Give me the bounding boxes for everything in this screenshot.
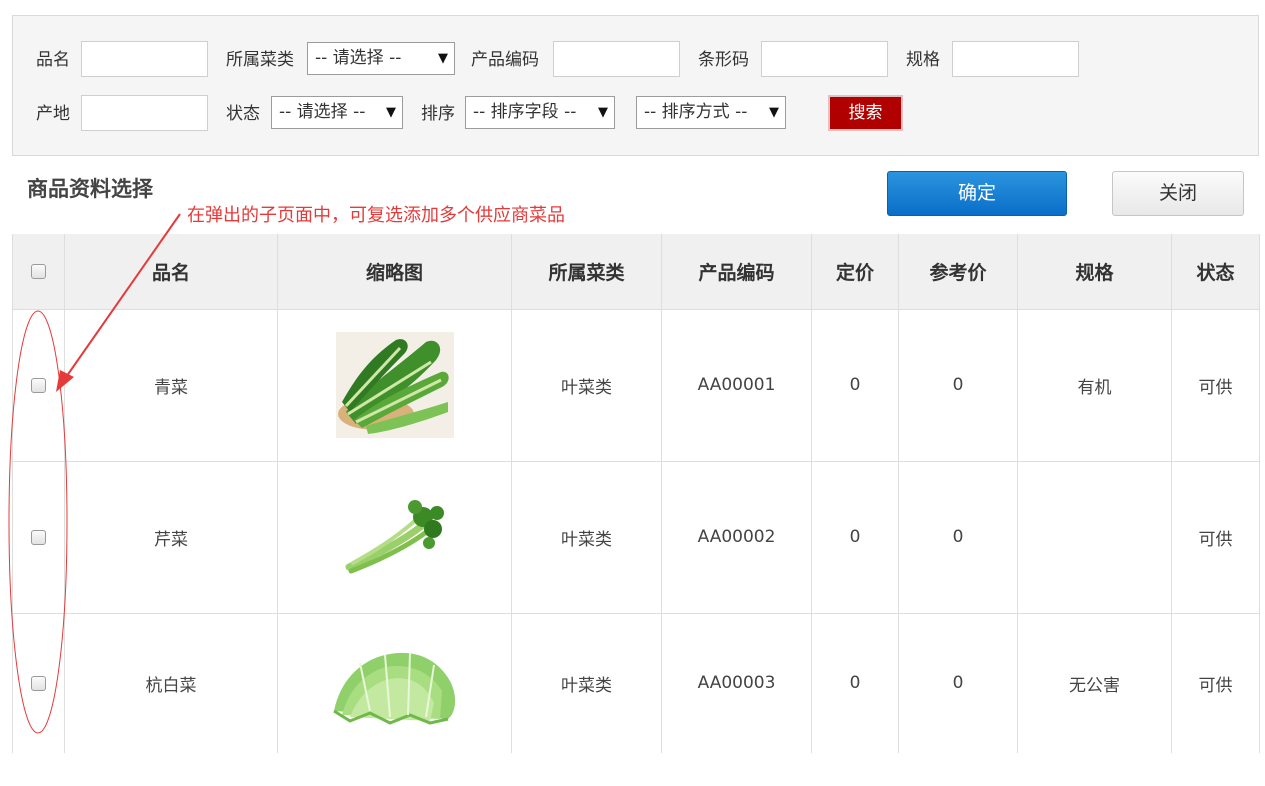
dropdown-arrow-icon: ▼ (598, 105, 608, 120)
column-header[interactable]: 产品编码 (661, 234, 812, 309)
row-checkbox[interactable] (31, 675, 46, 691)
sort-label: 排序 (421, 104, 455, 124)
table-header: 品名 缩略图 所属菜类 产品编码 定价 参考价 规格 状态 (12, 234, 1260, 309)
status-select[interactable]: -- 请选择 -- ▼ (271, 96, 403, 129)
spec-label: 规格 (906, 50, 940, 70)
spec-input[interactable] (952, 41, 1079, 77)
cell-status: 可供 (1171, 460, 1260, 614)
product-table: 品名 缩略图 所属菜类 产品编码 定价 参考价 规格 状态 青菜 叶菜类 AA0… (12, 234, 1260, 753)
dropdown-arrow-icon: ▼ (769, 105, 779, 120)
cell-spec (1017, 460, 1172, 614)
cell-ref-price: 0 (898, 308, 1018, 462)
cell-code: AA00002 (661, 460, 812, 614)
dropdown-arrow-icon: ▼ (386, 105, 396, 120)
column-header[interactable]: 参考价 (898, 234, 1018, 309)
row-select-cell (12, 460, 65, 614)
cell-status: 可供 (1171, 612, 1260, 753)
status-select-value: -- 请选择 -- (279, 102, 366, 122)
column-header[interactable]: 状态 (1171, 234, 1260, 309)
table-row[interactable]: 芹菜 叶菜类 AA00002 0 0 可供 (12, 460, 1260, 614)
cell-name: 青菜 (64, 308, 278, 462)
cell-price: 0 (811, 612, 899, 753)
cell-thumbnail (277, 308, 512, 462)
barcode-label: 条形码 (698, 50, 749, 70)
cabbage-image (332, 653, 455, 725)
annotation-text: 在弹出的子页面中，可复选添加多个供应商菜品 (187, 205, 565, 226)
category-select-value: -- 请选择 -- (315, 48, 402, 68)
column-header[interactable]: 规格 (1017, 234, 1172, 309)
bok-choy-image (335, 332, 454, 438)
dropdown-arrow-icon: ▼ (438, 51, 448, 66)
name-label: 品名 (36, 50, 70, 70)
cell-category: 叶菜类 (511, 612, 662, 753)
cell-thumbnail (277, 612, 512, 753)
close-button[interactable]: 关闭 (1112, 171, 1244, 216)
page-title: 商品资料选择 (27, 177, 153, 201)
code-input[interactable] (553, 41, 680, 77)
origin-label: 产地 (36, 104, 70, 124)
cell-code: AA00003 (661, 612, 812, 753)
cell-ref-price: 0 (898, 612, 1018, 753)
search-panel: 品名 所属菜类 -- 请选择 -- ▼ 产品编码 条形码 规格 产地 状态 --… (12, 15, 1259, 156)
status-label: 状态 (226, 104, 260, 124)
cell-spec: 有机 (1017, 308, 1172, 462)
category-label: 所属菜类 (226, 50, 294, 70)
sort-order-select[interactable]: -- 排序方式 -- ▼ (636, 96, 786, 129)
category-select[interactable]: -- 请选择 -- ▼ (307, 42, 455, 75)
origin-input[interactable] (81, 95, 208, 131)
cell-ref-price: 0 (898, 460, 1018, 614)
sort-field-select[interactable]: -- 排序字段 -- ▼ (465, 96, 615, 129)
cell-spec: 无公害 (1017, 612, 1172, 753)
barcode-input[interactable] (761, 41, 888, 77)
row-select-cell (12, 612, 65, 753)
cell-price: 0 (811, 460, 899, 614)
row-select-cell (12, 308, 65, 462)
column-header[interactable]: 定价 (811, 234, 899, 309)
cell-price: 0 (811, 308, 899, 462)
row-checkbox[interactable] (31, 529, 46, 545)
column-header[interactable]: 品名 (64, 234, 278, 309)
sort-order-value: -- 排序方式 -- (644, 102, 748, 122)
name-input[interactable] (81, 41, 208, 77)
column-header[interactable]: 缩略图 (277, 234, 512, 309)
row-checkbox[interactable] (31, 377, 46, 393)
celery-image (345, 500, 444, 574)
cell-category: 叶菜类 (511, 308, 662, 462)
cell-name: 杭白菜 (64, 612, 278, 753)
table-row[interactable]: 杭白菜 叶菜类 AA00003 0 0 无公害 可供 (12, 612, 1260, 753)
cell-status: 可供 (1171, 308, 1260, 462)
cell-name: 芹菜 (64, 460, 278, 614)
column-header[interactable]: 所属菜类 (511, 234, 662, 309)
cell-category: 叶菜类 (511, 460, 662, 614)
select-all-cell (12, 234, 65, 309)
search-button[interactable]: 搜索 (828, 95, 903, 131)
cell-thumbnail (277, 460, 512, 614)
cell-code: AA00001 (661, 308, 812, 462)
code-label: 产品编码 (471, 50, 539, 70)
select-all-checkbox[interactable] (31, 264, 46, 280)
table-row[interactable]: 青菜 叶菜类 AA00001 0 0 有机 可供 (12, 308, 1260, 462)
confirm-button[interactable]: 确定 (887, 171, 1067, 216)
sort-field-value: -- 排序字段 -- (473, 102, 577, 122)
